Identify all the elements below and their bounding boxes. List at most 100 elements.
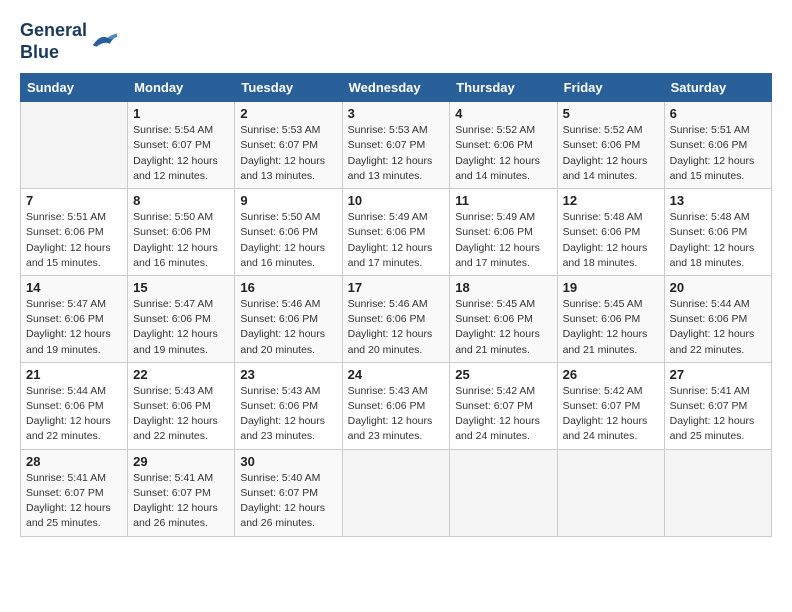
day-cell: 29 Sunrise: 5:41 AMSunset: 6:07 PMDayligh… <box>128 449 235 536</box>
day-cell: 20Sunrise: 5:44 AMSunset: 6:06 PMDayligh… <box>664 275 771 362</box>
week-row-4: 21Sunrise: 5:44 AMSunset: 6:06 PMDayligh… <box>21 362 772 449</box>
day-cell: 27 Sunrise: 5:41 AMSunset: 6:07 PMDayligh… <box>664 362 771 449</box>
day-detail: Sunrise: 5:46 AMSunset: 6:06 PMDaylight:… <box>240 297 336 358</box>
header-row: SundayMondayTuesdayWednesdayThursdayFrid… <box>21 74 772 102</box>
day-cell: 11 Sunrise: 5:49 AMSunset: 6:06 PMDayligh… <box>450 189 557 276</box>
day-number: 22 <box>133 367 229 382</box>
day-detail: Sunrise: 5:43 AMSunset: 6:06 PMDaylight:… <box>348 384 445 445</box>
day-cell: 16 Sunrise: 5:46 AMSunset: 6:06 PMDayligh… <box>235 275 342 362</box>
day-cell: 2 Sunrise: 5:53 AMSunset: 6:07 PMDaylight… <box>235 102 342 189</box>
day-detail: Sunrise: 5:50 AMSunset: 6:06 PMDaylight:… <box>240 210 336 271</box>
day-number: 20 <box>670 280 766 295</box>
day-detail: Sunrise: 5:49 AMSunset: 6:06 PMDaylight:… <box>455 210 551 271</box>
day-detail: Sunrise: 5:41 AMSunset: 6:07 PMDaylight:… <box>133 471 229 532</box>
day-cell <box>557 449 664 536</box>
day-number: 8 <box>133 193 229 208</box>
day-detail: Sunrise: 5:48 AMSunset: 6:06 PMDaylight:… <box>670 210 766 271</box>
day-cell: 23 Sunrise: 5:43 AMSunset: 6:06 PMDayligh… <box>235 362 342 449</box>
day-number: 16 <box>240 280 336 295</box>
day-detail: Sunrise: 5:42 AMSunset: 6:07 PMDaylight:… <box>563 384 659 445</box>
day-number: 13 <box>670 193 766 208</box>
day-cell: 1 Sunrise: 5:54 AMSunset: 6:07 PMDaylight… <box>128 102 235 189</box>
day-number: 24 <box>348 367 445 382</box>
day-number: 30 <box>240 454 336 469</box>
day-number: 1 <box>133 106 229 121</box>
day-number: 6 <box>670 106 766 121</box>
day-header-monday: Monday <box>128 74 235 102</box>
day-number: 23 <box>240 367 336 382</box>
day-cell: 24 Sunrise: 5:43 AMSunset: 6:06 PMDayligh… <box>342 362 450 449</box>
day-number: 19 <box>563 280 659 295</box>
day-header-wednesday: Wednesday <box>342 74 450 102</box>
day-cell <box>342 449 450 536</box>
day-number: 3 <box>348 106 445 121</box>
day-detail: Sunrise: 5:48 AMSunset: 6:06 PMDaylight:… <box>563 210 659 271</box>
day-detail: Sunrise: 5:42 AMSunset: 6:07 PMDaylight:… <box>455 384 551 445</box>
day-cell: 18Sunrise: 5:45 AMSunset: 6:06 PMDayligh… <box>450 275 557 362</box>
day-detail: Sunrise: 5:47 AMSunset: 6:06 PMDaylight:… <box>133 297 229 358</box>
day-detail: Sunrise: 5:41 AMSunset: 6:07 PMDaylight:… <box>670 384 766 445</box>
day-cell: 19 Sunrise: 5:45 AMSunset: 6:06 PMDayligh… <box>557 275 664 362</box>
day-cell: 17 Sunrise: 5:46 AMSunset: 6:06 PMDayligh… <box>342 275 450 362</box>
day-cell: 4Sunrise: 5:52 AMSunset: 6:06 PMDaylight… <box>450 102 557 189</box>
day-number: 5 <box>563 106 659 121</box>
day-header-saturday: Saturday <box>664 74 771 102</box>
day-number: 21 <box>26 367 122 382</box>
day-detail: Sunrise: 5:40 AMSunset: 6:07 PMDaylight:… <box>240 471 336 532</box>
day-cell <box>664 449 771 536</box>
day-number: 29 <box>133 454 229 469</box>
calendar-table: SundayMondayTuesdayWednesdayThursdayFrid… <box>20 73 772 536</box>
week-row-2: 7Sunrise: 5:51 AMSunset: 6:06 PMDaylight… <box>21 189 772 276</box>
day-header-friday: Friday <box>557 74 664 102</box>
day-number: 14 <box>26 280 122 295</box>
day-detail: Sunrise: 5:54 AMSunset: 6:07 PMDaylight:… <box>133 123 229 184</box>
day-detail: Sunrise: 5:53 AMSunset: 6:07 PMDaylight:… <box>348 123 445 184</box>
day-cell: 13 Sunrise: 5:48 AMSunset: 6:06 PMDayligh… <box>664 189 771 276</box>
day-detail: Sunrise: 5:51 AMSunset: 6:06 PMDaylight:… <box>670 123 766 184</box>
logo-text: General Blue <box>20 20 87 63</box>
day-detail: Sunrise: 5:46 AMSunset: 6:06 PMDaylight:… <box>348 297 445 358</box>
page-header: General Blue <box>20 20 772 63</box>
day-cell: 6 Sunrise: 5:51 AMSunset: 6:06 PMDaylight… <box>664 102 771 189</box>
day-header-sunday: Sunday <box>21 74 128 102</box>
day-number: 17 <box>348 280 445 295</box>
week-row-1: 1 Sunrise: 5:54 AMSunset: 6:07 PMDaylight… <box>21 102 772 189</box>
day-cell: 28 Sunrise: 5:41 AMSunset: 6:07 PMDayligh… <box>21 449 128 536</box>
day-number: 27 <box>670 367 766 382</box>
week-row-3: 14 Sunrise: 5:47 AMSunset: 6:06 PMDayligh… <box>21 275 772 362</box>
day-cell: 7Sunrise: 5:51 AMSunset: 6:06 PMDaylight… <box>21 189 128 276</box>
day-detail: Sunrise: 5:50 AMSunset: 6:06 PMDaylight:… <box>133 210 229 271</box>
day-number: 11 <box>455 193 551 208</box>
day-detail: Sunrise: 5:52 AMSunset: 6:06 PMDaylight:… <box>563 123 659 184</box>
day-cell: 14 Sunrise: 5:47 AMSunset: 6:06 PMDayligh… <box>21 275 128 362</box>
day-detail: Sunrise: 5:43 AMSunset: 6:06 PMDaylight:… <box>240 384 336 445</box>
day-number: 2 <box>240 106 336 121</box>
day-detail: Sunrise: 5:47 AMSunset: 6:06 PMDaylight:… <box>26 297 122 358</box>
day-cell: 8 Sunrise: 5:50 AMSunset: 6:06 PMDaylight… <box>128 189 235 276</box>
day-number: 15 <box>133 280 229 295</box>
day-number: 9 <box>240 193 336 208</box>
day-detail: Sunrise: 5:45 AMSunset: 6:06 PMDaylight:… <box>563 297 659 358</box>
day-cell <box>21 102 128 189</box>
day-detail: Sunrise: 5:45 AMSunset: 6:06 PMDaylight:… <box>455 297 551 358</box>
day-header-thursday: Thursday <box>450 74 557 102</box>
day-detail: Sunrise: 5:41 AMSunset: 6:07 PMDaylight:… <box>26 471 122 532</box>
week-row-5: 28 Sunrise: 5:41 AMSunset: 6:07 PMDayligh… <box>21 449 772 536</box>
day-number: 10 <box>348 193 445 208</box>
day-cell: 10 Sunrise: 5:49 AMSunset: 6:06 PMDayligh… <box>342 189 450 276</box>
day-cell: 9 Sunrise: 5:50 AMSunset: 6:06 PMDaylight… <box>235 189 342 276</box>
day-cell: 12 Sunrise: 5:48 AMSunset: 6:06 PMDayligh… <box>557 189 664 276</box>
day-number: 25 <box>455 367 551 382</box>
day-number: 12 <box>563 193 659 208</box>
day-cell: 3 Sunrise: 5:53 AMSunset: 6:07 PMDaylight… <box>342 102 450 189</box>
day-cell: 26Sunrise: 5:42 AMSunset: 6:07 PMDayligh… <box>557 362 664 449</box>
day-detail: Sunrise: 5:49 AMSunset: 6:06 PMDaylight:… <box>348 210 445 271</box>
day-detail: Sunrise: 5:53 AMSunset: 6:07 PMDaylight:… <box>240 123 336 184</box>
day-cell: 5 Sunrise: 5:52 AMSunset: 6:06 PMDaylight… <box>557 102 664 189</box>
logo: General Blue <box>20 20 119 63</box>
day-number: 28 <box>26 454 122 469</box>
day-cell: 22Sunrise: 5:43 AMSunset: 6:06 PMDayligh… <box>128 362 235 449</box>
day-number: 4 <box>455 106 551 121</box>
day-cell: 25 Sunrise: 5:42 AMSunset: 6:07 PMDayligh… <box>450 362 557 449</box>
day-number: 7 <box>26 193 122 208</box>
